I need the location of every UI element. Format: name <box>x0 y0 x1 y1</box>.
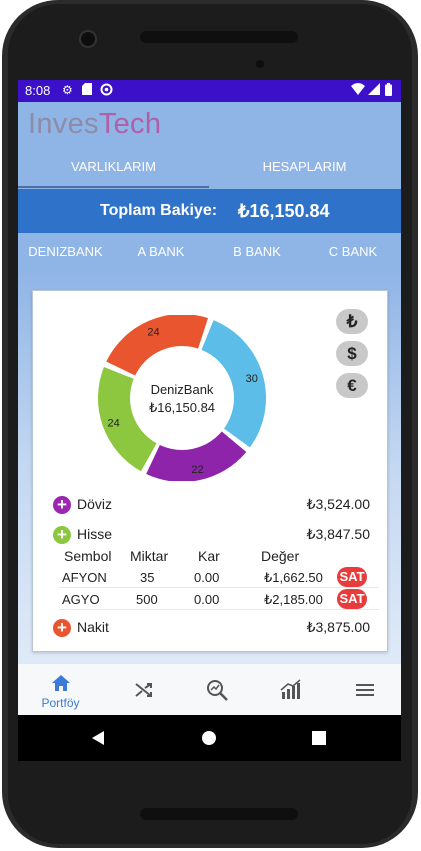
tab-hesaplarim[interactable]: HESAPLARIM <box>209 156 400 186</box>
status-bar: 8:08 ⚙ <box>18 80 401 102</box>
phone-screen: 8:08 ⚙ InvesTech VARLIKLARIM HESAPLARIM … <box>18 80 401 761</box>
portfolio-donut-chart: 30 22 24 24 DenizBank ₺16,150.84 <box>97 315 266 481</box>
donut-slice-label: 22 <box>191 464 203 476</box>
logo-part2: Tech <box>98 108 162 140</box>
row-amount: 500 <box>136 592 158 607</box>
plus-icon[interactable]: + <box>53 526 71 544</box>
currency-eur-button[interactable]: € <box>336 373 368 398</box>
row-value: ₺1,662.50 <box>264 570 323 585</box>
home-icon <box>51 675 70 691</box>
row-profit: 0.00 <box>194 592 220 607</box>
category-value: ₺3,524.00 <box>306 496 370 512</box>
plus-icon[interactable]: + <box>53 496 71 514</box>
sd-card-icon <box>82 83 92 98</box>
holdings-table-header: Sembol Miktar Kar Değer <box>59 548 379 566</box>
top-speaker <box>140 31 298 43</box>
donut-center-title: DenizBank <box>151 382 214 397</box>
settings-icon: ⚙ <box>62 83 73 97</box>
nav-analysis[interactable] <box>178 664 255 716</box>
status-time: 8:08 <box>25 83 51 98</box>
battery-icon <box>385 83 392 99</box>
donut-slice-label: 30 <box>246 373 258 385</box>
system-navigation-bar <box>18 715 401 761</box>
bottom-speaker <box>140 808 298 820</box>
plus-icon[interactable]: + <box>53 619 71 637</box>
header-symbol: Sembol <box>64 548 112 564</box>
category-row-nakit[interactable]: + Nakit ₺3,875.00 <box>50 617 370 639</box>
total-balance-bar: Toplam Bakiye: ₺16,150.84 <box>18 189 401 233</box>
donut-center <box>130 346 234 450</box>
home-circle-icon[interactable] <box>201 730 217 746</box>
category-name: Hisse <box>77 526 113 542</box>
app-header: InvesTech VARLIKLARIM HESAPLARIM Toplam … <box>18 102 401 276</box>
total-balance-value: ₺16,150.84 <box>238 201 330 221</box>
currency-usd-button[interactable]: $ <box>336 341 368 366</box>
header-value: Değer <box>261 548 300 564</box>
donut-slice-label: 24 <box>147 326 159 338</box>
category-row-hisse[interactable]: + Hisse ₺3,847.50 <box>50 524 370 546</box>
category-name: Nakit <box>77 619 109 635</box>
proximity-sensor <box>256 60 264 68</box>
nav-portfolio[interactable]: Portföy <box>22 664 99 716</box>
nav-menu[interactable] <box>326 664 401 716</box>
analytics-search-icon <box>206 680 228 701</box>
logo-part1: Inves <box>28 108 99 140</box>
sell-button[interactable]: SAT <box>337 589 367 609</box>
nav-portfolio-label: Portföy <box>41 696 80 710</box>
tab-varliklarim[interactable]: VARLIKLARIM <box>18 156 209 188</box>
header-amount: Miktar <box>130 548 169 564</box>
donut-center-value: ₺16,150.84 <box>149 400 215 415</box>
row-value: ₺2,185.00 <box>264 592 323 607</box>
app-logo: InvesTech <box>28 108 161 141</box>
header-profit: Kar <box>198 548 220 564</box>
row-profit: 0.00 <box>194 570 220 585</box>
currency-try-button[interactable]: ₺ <box>336 309 368 334</box>
table-row: AGYO 500 0.00 ₺2,185.00 SAT <box>59 589 379 610</box>
nav-chart[interactable] <box>252 664 329 716</box>
table-row: AFYON 35 0.00 ₺1,662.50 SAT <box>59 567 379 588</box>
portfolio-card: 30 22 24 24 DenizBank ₺16,150.84 ₺ $ € + Dö… <box>32 290 388 652</box>
row-amount: 35 <box>140 570 155 585</box>
portfolio-content: 30 22 24 24 DenizBank ₺16,150.84 ₺ $ € + Dö… <box>18 268 401 663</box>
donut-slice-label: 24 <box>108 417 120 429</box>
nav-transfer[interactable] <box>105 664 182 716</box>
sync-icon <box>100 83 113 99</box>
sell-button[interactable]: SAT <box>337 567 367 587</box>
wifi-icon <box>351 83 365 98</box>
row-symbol: AFYON <box>62 570 107 585</box>
category-row-doviz[interactable]: + Döviz ₺3,524.00 <box>50 494 370 516</box>
row-symbol: AGYO <box>62 592 100 607</box>
category-value: ₺3,875.00 <box>306 619 370 635</box>
category-value: ₺3,847.50 <box>306 526 370 542</box>
total-balance-label: Toplam Bakiye: <box>100 202 218 219</box>
bar-chart-icon <box>280 679 300 699</box>
shuffle-icon <box>134 683 152 697</box>
back-icon[interactable] <box>90 730 106 746</box>
front-camera <box>79 30 97 48</box>
category-name: Döviz <box>77 496 113 512</box>
bottom-navigation: Portföy <box>18 663 401 716</box>
signal-icon <box>368 83 380 98</box>
recents-icon[interactable] <box>312 731 326 745</box>
menu-icon <box>355 684 374 696</box>
